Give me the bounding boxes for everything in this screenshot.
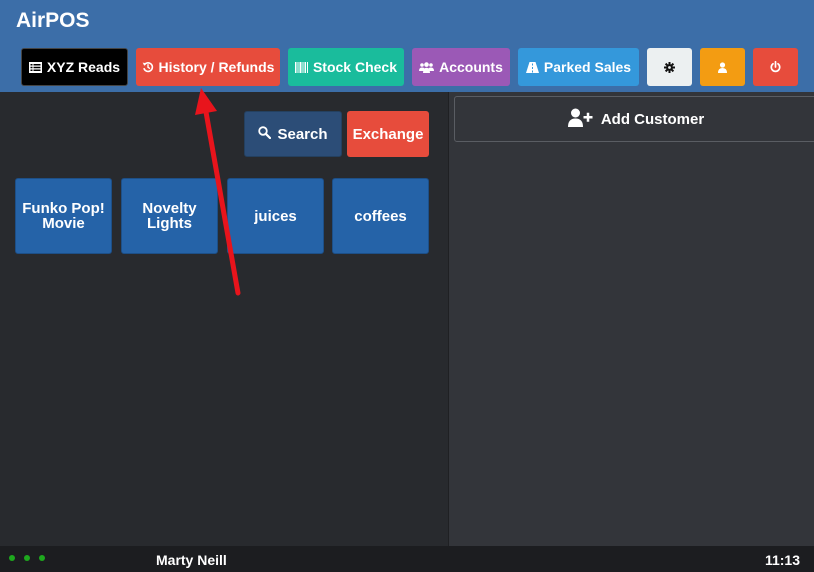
history-refunds-button[interactable]: History / Refunds (136, 48, 280, 86)
category-button-juices[interactable]: juices (227, 178, 324, 254)
power-icon (770, 61, 781, 73)
category-label: Funko Pop! Movie (22, 200, 105, 232)
customer-panel: Add Customer (448, 92, 814, 546)
xyz-reads-button[interactable]: XYZ Reads (21, 48, 128, 86)
search-label: Search (277, 125, 328, 143)
current-user-name: Marty Neill (156, 552, 227, 568)
history-refunds-label: History / Refunds (158, 59, 275, 75)
road-icon (525, 61, 539, 73)
stock-check-button[interactable]: Stock Check (288, 48, 404, 86)
search-button[interactable]: Search (244, 111, 342, 157)
header-bar: AirPOS XYZ Reads History / Refunds Stock… (0, 0, 814, 92)
parked-sales-button[interactable]: Parked Sales (518, 48, 639, 86)
gear-icon (664, 61, 675, 73)
history-icon (142, 61, 154, 73)
settings-button[interactable] (647, 48, 692, 86)
status-dot (39, 555, 45, 561)
exchange-label: Exchange (352, 125, 424, 143)
users-icon (419, 61, 435, 73)
user-icon (718, 61, 727, 73)
clock-time: 11:13 (764, 552, 800, 568)
barcode-icon (294, 61, 308, 73)
connection-status-dots (9, 555, 45, 561)
xyz-reads-label: XYZ Reads (46, 59, 121, 75)
add-customer-label: Add Customer (600, 110, 705, 128)
parked-sales-label: Parked Sales (543, 59, 632, 75)
product-panel: Search Exchange Funko Pop! Movie Novelty… (0, 92, 448, 546)
app-title: AirPOS (16, 9, 90, 32)
status-dot (9, 555, 15, 561)
exchange-button[interactable]: Exchange (347, 111, 429, 157)
power-button[interactable] (753, 48, 798, 86)
user-plus-icon (567, 108, 593, 131)
search-icon (258, 125, 272, 143)
category-label: coffees (354, 207, 407, 225)
category-label: juices (254, 207, 297, 225)
add-customer-button[interactable]: Add Customer (454, 96, 814, 142)
stock-check-label: Stock Check (312, 59, 398, 75)
accounts-label: Accounts (439, 59, 503, 75)
category-button-novelty-lights[interactable]: Novelty Lights (121, 178, 218, 254)
status-dot (24, 555, 30, 561)
accounts-button[interactable]: Accounts (412, 48, 510, 86)
category-label: Novelty Lights (142, 200, 197, 232)
user-button[interactable] (700, 48, 745, 86)
category-button-coffees[interactable]: coffees (332, 178, 429, 254)
list-icon (28, 61, 42, 73)
category-button-funko-pop-movie[interactable]: Funko Pop! Movie (15, 178, 112, 254)
status-bar: Marty Neill 11:13 (0, 546, 814, 572)
